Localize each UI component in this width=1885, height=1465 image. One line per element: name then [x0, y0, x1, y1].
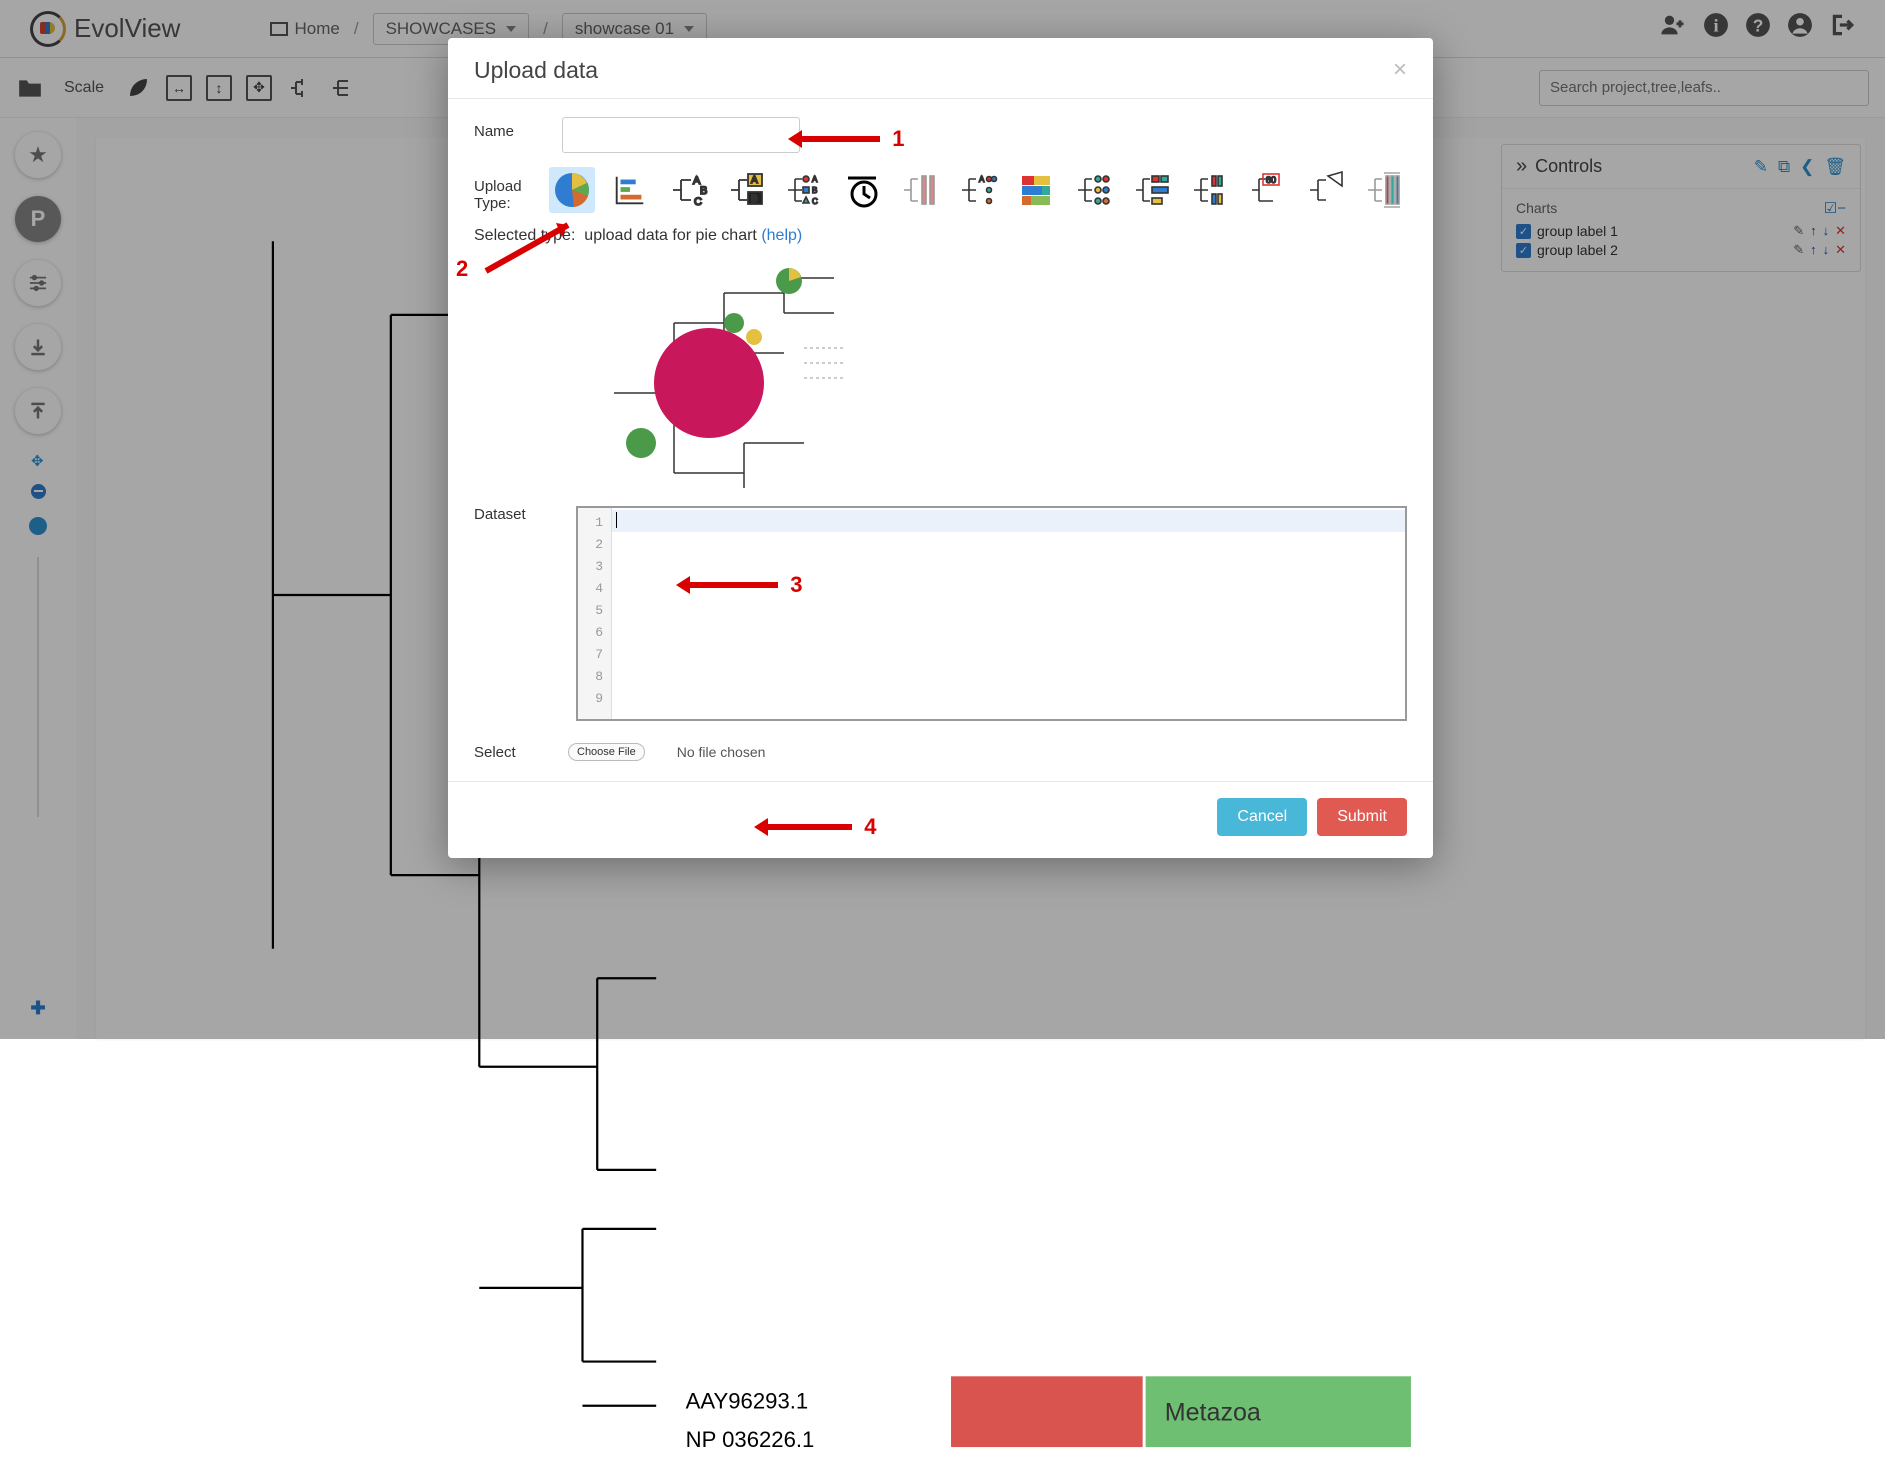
line-number: 1: [578, 512, 611, 534]
group-strip-red: [951, 1376, 1143, 1447]
editor-gutter: 1 2 3 4 5 6 7 8 9: [578, 508, 612, 719]
annotation-2-arrow: [478, 213, 588, 286]
close-icon[interactable]: ×: [1393, 56, 1407, 84]
line-number: 6: [578, 622, 611, 644]
choose-file-button[interactable]: Choose File: [568, 743, 645, 761]
upload-type-row: Upload Type: ABC AB ABC A 80: [474, 167, 1407, 213]
upload-type-label: Upload Type:: [474, 168, 531, 212]
type-leaf-decoration-icon[interactable]: ABC: [781, 167, 827, 213]
cancel-button[interactable]: Cancel: [1217, 798, 1307, 836]
line-number: 2: [578, 534, 611, 556]
modal-body: Name Upload Type: ABC AB ABC A 80: [448, 99, 1433, 781]
type-color-strip-icon[interactable]: [1013, 167, 1059, 213]
type-timeline-icon[interactable]: [839, 167, 885, 213]
editor-textarea[interactable]: [612, 508, 1405, 719]
type-pie-chart-icon[interactable]: [549, 167, 595, 213]
type-heatmap-icon[interactable]: [1071, 167, 1117, 213]
name-row: Name: [474, 117, 1407, 153]
selected-type-value: upload data for pie chart: [584, 227, 757, 244]
type-collapse-icon[interactable]: [1303, 167, 1349, 213]
dataset-editor[interactable]: 1 2 3 4 5 6 7 8 9: [576, 506, 1407, 721]
leaf-label: NP 036226.1: [686, 1427, 815, 1452]
type-bootstrap-icon[interactable]: 80: [1245, 167, 1291, 213]
type-column-plot-icon[interactable]: [897, 167, 943, 213]
modal-header: Upload data ×: [448, 38, 1433, 99]
no-file-text: No file chosen: [677, 744, 766, 760]
group-label: Metazoa: [1165, 1399, 1261, 1427]
line-number: 8: [578, 666, 611, 688]
svg-text:C: C: [812, 197, 818, 206]
type-leaf-bars-icon[interactable]: [1361, 167, 1407, 213]
svg-text:A: A: [979, 175, 985, 184]
select-label: Select: [474, 744, 536, 761]
line-number: 9: [578, 688, 611, 710]
leaf-label: AAY96293.1: [686, 1389, 809, 1414]
file-select-row: Select Choose File No file chosen: [474, 743, 1407, 761]
svg-text:A: A: [812, 175, 818, 184]
modal-title: Upload data: [474, 57, 598, 84]
svg-text:A: A: [751, 175, 758, 186]
help-link[interactable]: (help): [761, 227, 802, 244]
name-label: Name: [474, 117, 544, 140]
svg-text:80: 80: [1266, 175, 1276, 185]
svg-text:B: B: [812, 186, 817, 195]
dataset-label: Dataset: [474, 506, 536, 523]
submit-button[interactable]: Submit: [1317, 798, 1407, 836]
type-protein-domain-icon[interactable]: [1129, 167, 1175, 213]
upload-data-modal: Upload data × Name Upload Type: ABC AB A…: [448, 38, 1433, 858]
line-number: 5: [578, 600, 611, 622]
upload-type-preview: [594, 253, 864, 488]
type-dot-plot-icon[interactable]: A: [955, 167, 1001, 213]
line-number: 3: [578, 556, 611, 578]
type-bar-chart-icon[interactable]: [607, 167, 653, 213]
svg-text:C: C: [694, 196, 702, 208]
line-number: 7: [578, 644, 611, 666]
line-number: 4: [578, 578, 611, 600]
name-input[interactable]: [562, 117, 800, 153]
type-leaf-labels-color-icon[interactable]: AB: [723, 167, 769, 213]
dataset-row: Dataset 1 2 3 4 5 6 7 8 9: [474, 506, 1407, 721]
type-branch-labels-icon[interactable]: ABC: [665, 167, 711, 213]
upload-type-icons: ABC AB ABC A 80: [549, 167, 1407, 213]
modal-footer: Cancel Submit: [448, 781, 1433, 858]
svg-text:B: B: [751, 194, 758, 205]
selected-type-text: Selected type: upload data for pie chart…: [474, 227, 1407, 245]
type-group-label-icon[interactable]: [1187, 167, 1233, 213]
